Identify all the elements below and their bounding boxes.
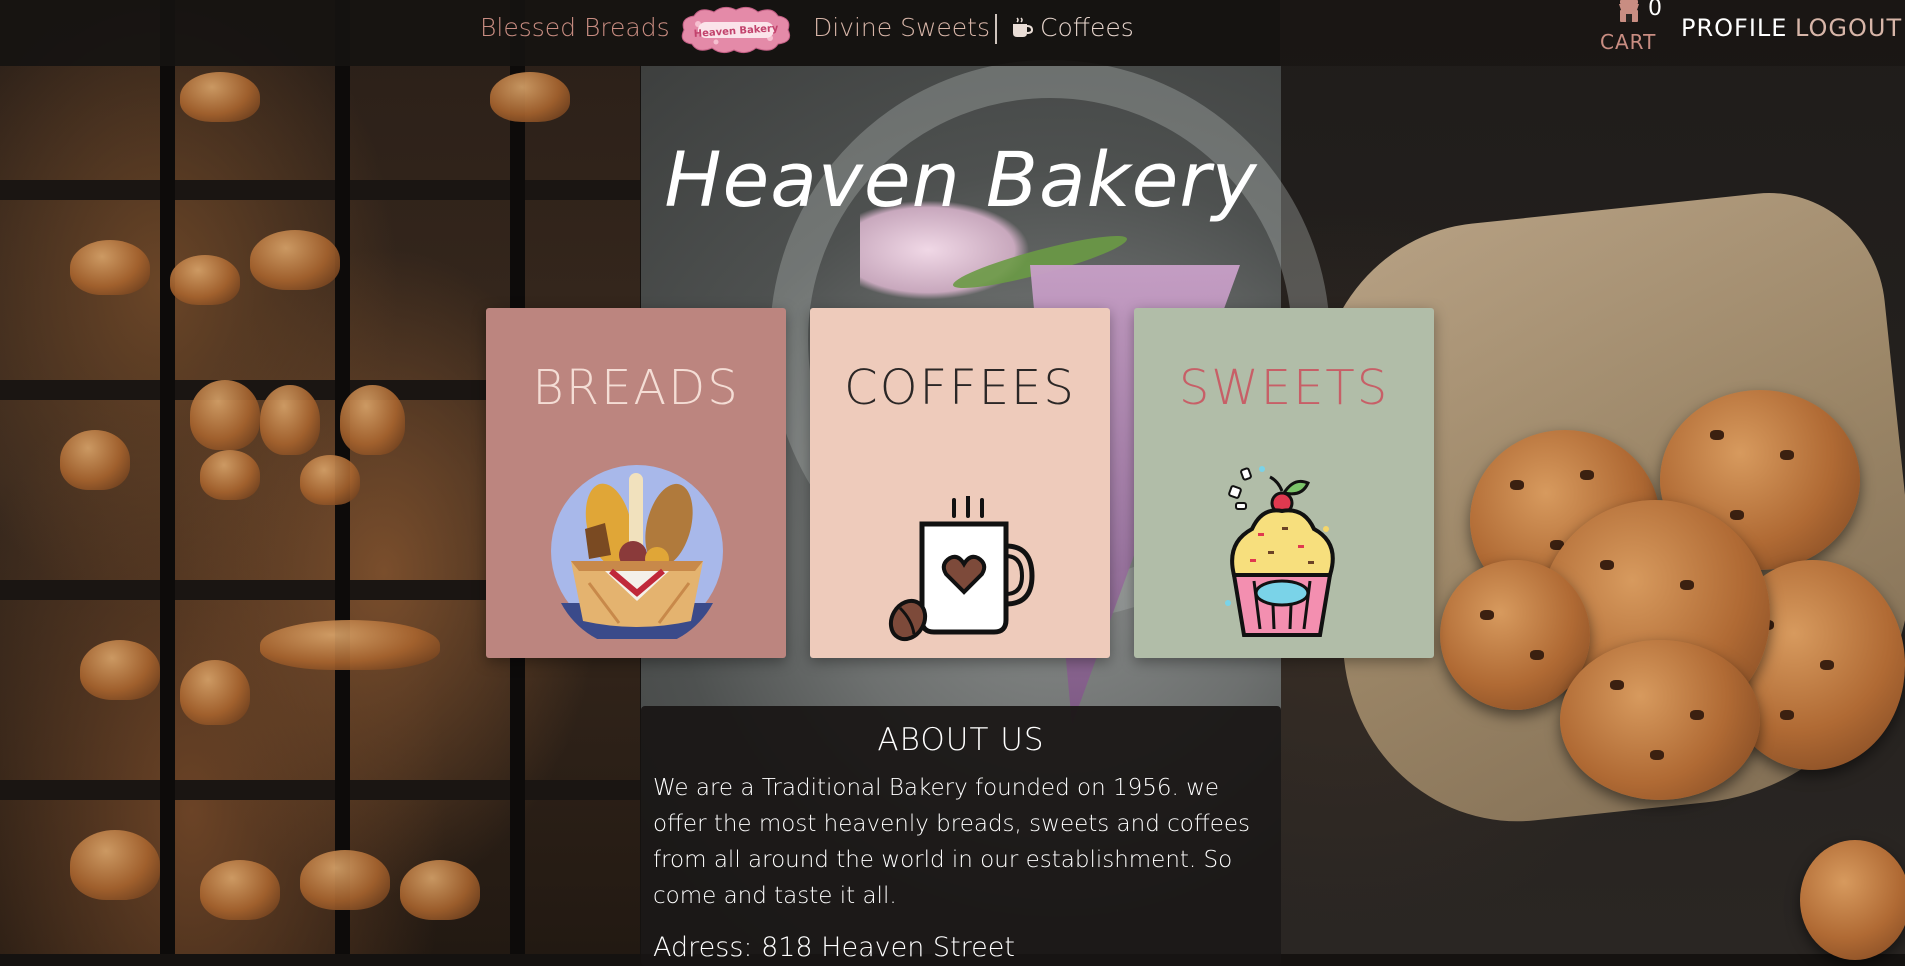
coffee-mug-icon bbox=[886, 494, 1036, 650]
cart-icon bbox=[1616, 0, 1642, 24]
profile-link[interactable]: PROFILE bbox=[1681, 14, 1787, 42]
coffees-card-title: COFFEES bbox=[844, 360, 1076, 416]
sweets-card-title: SWEETS bbox=[1178, 360, 1390, 416]
coffees-card[interactable]: COFFEES bbox=[810, 308, 1110, 658]
cart-count-badge: 0 bbox=[1648, 0, 1662, 21]
address-text: Adress: 818 Heaven Street bbox=[653, 932, 1015, 963]
cupcake-icon bbox=[1222, 463, 1342, 647]
heaven-bakery-logo[interactable]: Heaven Bakery bbox=[676, 4, 796, 54]
nav-blessed-breads-link[interactable]: Blessed Breads bbox=[480, 13, 670, 42]
hero-title: Heaven Bakery bbox=[664, 135, 1258, 224]
nav-divider bbox=[995, 14, 997, 44]
about-us-text: We are a Traditional Bakery founded on 1… bbox=[653, 775, 1250, 909]
coffee-cup-icon[interactable] bbox=[1010, 16, 1034, 40]
about-us-section: ABOUT US We are a Traditional Bakery fou… bbox=[641, 706, 1281, 966]
sweets-card[interactable]: SWEETS bbox=[1134, 308, 1434, 658]
cart-label: CART bbox=[1600, 30, 1657, 54]
nav-coffees-link[interactable]: Coffees bbox=[1040, 13, 1134, 42]
logout-link[interactable]: LOGOUT bbox=[1795, 14, 1902, 42]
breads-card-title: BREADS bbox=[532, 360, 740, 416]
cart-button[interactable]: 0 CART bbox=[1598, 0, 1662, 58]
nav-divine-sweets-link[interactable]: Divine Sweets bbox=[813, 13, 990, 42]
breads-card[interactable]: BREADS bbox=[486, 308, 786, 658]
bread-basket-icon bbox=[549, 463, 725, 649]
about-us-title: ABOUT US bbox=[877, 722, 1045, 758]
